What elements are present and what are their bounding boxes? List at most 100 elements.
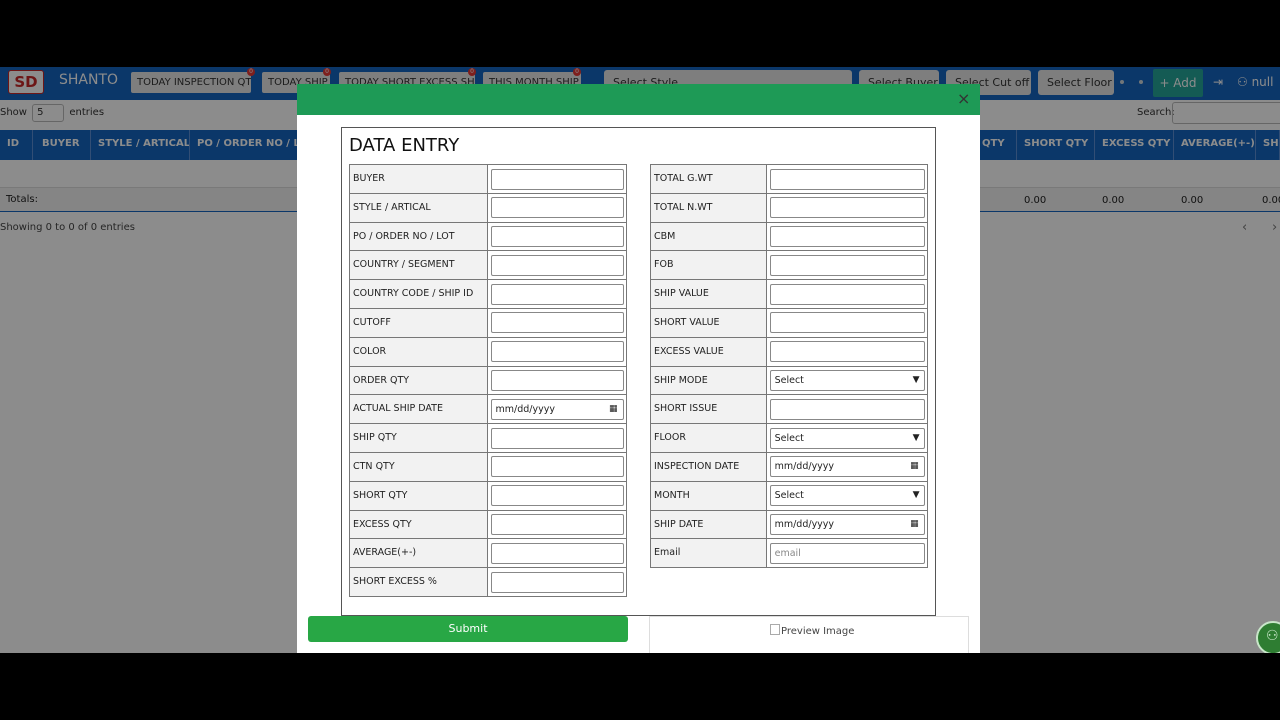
field-label: EXCESS VALUE [651, 337, 767, 366]
form-row: Email email [651, 539, 927, 569]
app-screen: SD SHANTO TODAY INSPECTION QTY 0 TODAY S… [0, 67, 1280, 653]
submit-button[interactable]: Submit [308, 616, 628, 642]
po-input[interactable] [490, 226, 624, 248]
inspection-date-input[interactable]: mm/dd/yyyy ▦ [769, 456, 925, 478]
form-row: MONTH Select ▼ [651, 481, 927, 511]
data-entry-modal: × DATA ENTRY BUYER STYLE / ARTICAL PO / … [297, 84, 980, 653]
field-label: FLOOR [651, 424, 767, 452]
field-label: SHIP VALUE [651, 280, 767, 308]
form-row: CUTOFF [350, 308, 626, 338]
email-field[interactable]: email [769, 542, 925, 564]
month-select[interactable]: Select ▼ [769, 485, 925, 507]
short-qty-input[interactable] [490, 485, 624, 507]
form-row: ACTUAL SHIP DATE mm/dd/yyyy ▦ [350, 395, 626, 425]
field-label: FOB [651, 251, 767, 280]
form-row: CBM [651, 222, 927, 252]
preview-image-box: Preview Image [649, 616, 969, 653]
fob-input[interactable] [769, 254, 925, 276]
order-qty-input[interactable] [490, 370, 624, 392]
style-input[interactable] [490, 197, 624, 219]
field-label: CTN QTY [350, 452, 488, 481]
country-input[interactable] [490, 254, 624, 276]
close-icon[interactable]: × [957, 89, 970, 109]
chat-button[interactable]: ⚇ [1256, 621, 1280, 653]
excess-qty-input[interactable] [490, 514, 624, 536]
form-row: FLOOR Select ▼ [651, 424, 927, 453]
field-label: COUNTRY CODE / SHIP ID [350, 280, 488, 308]
field-label: SHIP DATE [651, 510, 767, 539]
field-label: SHORT QTY [350, 481, 488, 510]
total-gwt-input[interactable] [769, 168, 925, 190]
form-row: COUNTRY CODE / SHIP ID [350, 280, 626, 309]
short-issue-input[interactable] [769, 398, 925, 420]
buyer-input[interactable] [490, 168, 624, 190]
actual-ship-date-input[interactable]: mm/dd/yyyy ▦ [490, 398, 624, 420]
floor-select[interactable]: Select ▼ [769, 427, 925, 449]
ship-qty-input[interactable] [490, 427, 624, 449]
average-input[interactable] [490, 542, 624, 564]
total-nwt-input[interactable] [769, 197, 925, 219]
form-row: SHIP QTY [350, 424, 626, 453]
form-row: ORDER QTY [350, 366, 626, 396]
select-value: Select [774, 375, 804, 387]
field-label: SHORT VALUE [651, 308, 767, 337]
form-row: INSPECTION DATE mm/dd/yyyy ▦ [651, 452, 927, 482]
form-row: SHORT VALUE [651, 308, 927, 338]
ship-date-input[interactable]: mm/dd/yyyy ▦ [769, 514, 925, 536]
form-row: COUNTRY / SEGMENT [350, 251, 626, 281]
field-label: COUNTRY / SEGMENT [350, 251, 488, 280]
excess-value-input[interactable] [769, 341, 925, 363]
field-label: EXCESS QTY [350, 510, 488, 539]
short-value-input[interactable] [769, 312, 925, 334]
form-row: SHORT QTY [350, 481, 626, 511]
ship-value-input[interactable] [769, 283, 925, 305]
calendar-icon[interactable]: ▦ [910, 515, 919, 534]
right-field-table: TOTAL G.WT TOTAL N.WT CBM FOB SHIP VALUE… [650, 164, 928, 569]
field-label: TOTAL N.WT [651, 193, 767, 222]
field-label: INSPECTION DATE [651, 452, 767, 481]
field-label: CUTOFF [350, 308, 488, 337]
form-row: EXCESS QTY [350, 510, 626, 540]
chevron-down-icon: ▼ [912, 375, 920, 386]
cbm-input[interactable] [769, 226, 925, 248]
form-row: COLOR [350, 337, 626, 367]
date-value: mm/dd/yyyy [774, 519, 835, 531]
form-row: TOTAL N.WT [651, 193, 927, 223]
form-row: SHIP MODE Select ▼ [651, 366, 927, 396]
form-row: SHIP DATE mm/dd/yyyy ▦ [651, 510, 927, 540]
form-row: BUYER [350, 165, 626, 194]
field-label: PO / ORDER NO / LOT [350, 222, 488, 251]
field-label: CBM [651, 222, 767, 251]
field-label: AVERAGE(+-) [350, 539, 488, 568]
field-label: SHORT ISSUE [651, 395, 767, 424]
field-label: Email [651, 539, 767, 568]
field-label: COLOR [350, 337, 488, 366]
date-value: mm/dd/yyyy [774, 461, 835, 473]
field-label: MONTH [651, 481, 767, 510]
ctn-qty-input[interactable] [490, 456, 624, 478]
field-label: TOTAL G.WT [651, 165, 767, 193]
color-input[interactable] [490, 341, 624, 363]
short-excess-percent-input[interactable] [490, 571, 624, 593]
chevron-down-icon: ▼ [912, 432, 920, 443]
preview-image: Preview Image [770, 624, 854, 637]
cutoff-input[interactable] [490, 312, 624, 334]
field-label: ACTUAL SHIP DATE [350, 395, 488, 424]
modal-header: × [297, 84, 980, 115]
form-row: EXCESS VALUE [651, 337, 927, 367]
user-icon: ⚇ [1266, 628, 1279, 644]
field-label: SHORT EXCESS % [350, 568, 488, 596]
select-value: Select [774, 432, 804, 444]
select-value: Select [774, 490, 804, 502]
form-row: CTN QTY [350, 452, 626, 482]
field-label: SHIP QTY [350, 424, 488, 452]
field-label: ORDER QTY [350, 366, 488, 395]
form-row: AVERAGE(+-) [350, 539, 626, 569]
field-label: BUYER [350, 165, 488, 193]
field-label: SHIP MODE [651, 366, 767, 395]
calendar-icon[interactable]: ▦ [910, 457, 919, 476]
form-row: SHORT EXCESS % [350, 568, 626, 597]
ship-mode-select[interactable]: Select ▼ [769, 370, 925, 392]
calendar-icon[interactable]: ▦ [609, 400, 618, 419]
country-code-input[interactable] [490, 283, 624, 305]
